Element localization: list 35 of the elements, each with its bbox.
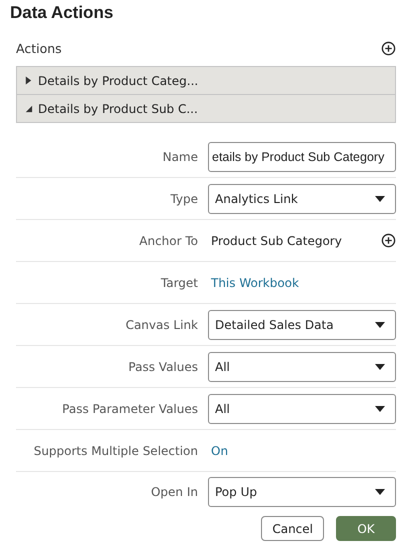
field-label: Open In bbox=[150, 485, 198, 499]
action-item[interactable]: Details by Product Sub C... bbox=[17, 95, 395, 122]
action-name: Details by Product Categ... bbox=[38, 74, 198, 88]
field-label: Pass Values bbox=[127, 360, 198, 374]
caret-icon bbox=[375, 489, 385, 495]
add-icon[interactable] bbox=[381, 40, 396, 56]
field-label: Target bbox=[160, 276, 198, 290]
field-label: Anchor To bbox=[138, 234, 198, 248]
collapse-triangle-icon[interactable] bbox=[24, 104, 33, 113]
dropdown[interactable]: All bbox=[208, 352, 396, 382]
action-item[interactable]: Details by Product Categ... bbox=[17, 67, 395, 95]
action-name: Details by Product Sub C... bbox=[38, 102, 198, 116]
ok-button[interactable]: OK bbox=[336, 516, 396, 541]
caret-icon bbox=[375, 364, 385, 370]
dropdown[interactable]: Analytics Link bbox=[208, 184, 396, 214]
field-label: Pass Parameter Values bbox=[61, 402, 198, 416]
dropdown[interactable]: Pop Up bbox=[208, 477, 396, 507]
cancel-button[interactable]: Cancel bbox=[261, 516, 324, 541]
add-icon[interactable] bbox=[381, 233, 396, 248]
section-label: Actions bbox=[16, 40, 62, 56]
field-label: Canvas Link bbox=[124, 318, 198, 332]
value-link[interactable]: On bbox=[211, 444, 228, 458]
name-field[interactable]: etails by Product Sub Category bbox=[208, 142, 396, 172]
expand-triangle-icon[interactable] bbox=[24, 76, 33, 85]
field-label: Type bbox=[169, 192, 198, 206]
caret-icon bbox=[375, 322, 385, 328]
field-value: Product Sub Category bbox=[211, 234, 342, 248]
value-link[interactable]: This Workbook bbox=[211, 276, 299, 290]
caret-icon bbox=[375, 196, 385, 202]
caret-icon bbox=[375, 406, 385, 412]
dialog-title: Data Actions bbox=[10, 2, 114, 24]
dropdown[interactable]: Detailed Sales Data bbox=[208, 310, 396, 340]
field-label: Supports Multiple Selection bbox=[32, 444, 198, 458]
dropdown[interactable]: All bbox=[208, 394, 396, 424]
field-label: Name bbox=[162, 150, 198, 164]
